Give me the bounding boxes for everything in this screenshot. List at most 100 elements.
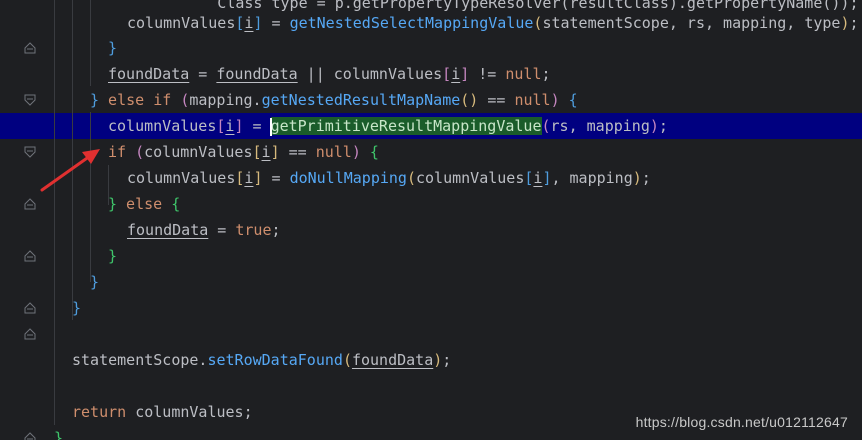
fold-close-icon[interactable] bbox=[24, 302, 36, 314]
code-token: } bbox=[108, 39, 118, 57]
code-token: ( bbox=[135, 143, 145, 161]
code-line[interactable]: } bbox=[0, 35, 862, 61]
code-token: doNullMapping bbox=[289, 169, 407, 187]
code-token: ; bbox=[442, 351, 452, 369]
code-token: ( bbox=[180, 91, 190, 109]
code-token: true bbox=[235, 221, 272, 239]
code-line[interactable]: } else { bbox=[0, 191, 862, 217]
code-token: null bbox=[505, 65, 542, 83]
code-text: foundData = foundData || columnValues[i]… bbox=[108, 61, 551, 87]
code-token: ( bbox=[541, 117, 551, 135]
code-token: null bbox=[514, 91, 551, 109]
code-token: } bbox=[108, 247, 118, 265]
code-editor[interactable]: Class type = p.getPropertyTypeResolver(r… bbox=[0, 0, 862, 440]
code-token: == bbox=[478, 91, 515, 109]
code-line[interactable]: if (columnValues[i] == null) { bbox=[0, 139, 862, 165]
code-token: [ bbox=[442, 65, 452, 83]
code-token: { bbox=[568, 91, 578, 109]
code-token: ( bbox=[406, 169, 416, 187]
code-token: else bbox=[117, 195, 172, 213]
code-token: ; bbox=[541, 65, 551, 83]
code-text: } bbox=[54, 425, 63, 440]
code-token: } bbox=[72, 299, 82, 317]
watermark-text: https://blog.csdn.net/u012112647 bbox=[635, 414, 848, 430]
code-token: { bbox=[369, 143, 379, 161]
code-text: columnValues[i] = getPrimitiveResultMapp… bbox=[108, 113, 668, 139]
code-token: } bbox=[108, 195, 118, 213]
code-token: ] bbox=[270, 143, 280, 161]
indent-guide bbox=[54, 0, 55, 425]
code-line[interactable] bbox=[0, 321, 862, 347]
code-token: ) bbox=[351, 143, 361, 161]
code-text: } bbox=[108, 243, 117, 269]
code-token: = bbox=[262, 14, 290, 32]
code-token: null bbox=[315, 143, 352, 161]
code-line[interactable] bbox=[0, 373, 862, 399]
code-token: } bbox=[90, 91, 100, 109]
code-line[interactable]: } bbox=[0, 243, 862, 269]
code-line[interactable]: columnValues[i] = doNullMapping(columnVa… bbox=[0, 165, 862, 191]
fold-close-icon[interactable] bbox=[24, 432, 36, 440]
code-text: } bbox=[90, 269, 99, 295]
text-caret bbox=[269, 117, 272, 136]
current-code-line[interactable]: columnValues[i] = getPrimitiveResultMapp… bbox=[0, 113, 862, 139]
fold-close-icon[interactable] bbox=[24, 250, 36, 262]
code-line[interactable]: statementScope.setRowDataFound(foundData… bbox=[0, 347, 862, 373]
code-token: == bbox=[279, 143, 316, 161]
fold-close-icon[interactable] bbox=[24, 42, 36, 54]
code-token: || bbox=[297, 65, 334, 83]
code-line[interactable]: columnValues[i] = getNestedSelectMapping… bbox=[0, 10, 862, 36]
code-token: , mapping bbox=[551, 169, 633, 187]
code-line[interactable]: foundData = true; bbox=[0, 217, 862, 243]
code-token: ; bbox=[658, 117, 668, 135]
code-token: statementScope, rs, mapping, type bbox=[542, 14, 841, 32]
code-text: } bbox=[108, 35, 117, 61]
code-token: ( bbox=[342, 351, 352, 369]
code-token: getNestedResultMapName bbox=[261, 91, 461, 109]
code-line[interactable]: } bbox=[0, 269, 862, 295]
fold-close-icon[interactable] bbox=[24, 198, 36, 210]
indent-guide bbox=[108, 165, 109, 205]
code-text: } else if (mapping.getNestedResultMapNam… bbox=[90, 87, 578, 113]
code-line[interactable]: foundData = foundData || columnValues[i]… bbox=[0, 61, 862, 87]
code-token: () bbox=[460, 91, 479, 109]
code-token: ; bbox=[271, 221, 281, 239]
code-token: [ bbox=[252, 143, 262, 161]
code-token: setRowDataFound bbox=[207, 351, 343, 369]
code-text: foundData = true; bbox=[127, 217, 281, 243]
code-token: != bbox=[469, 65, 506, 83]
code-line[interactable]: } bbox=[0, 295, 862, 321]
code-token: statementScope. bbox=[72, 351, 208, 369]
code-token: foundData bbox=[108, 65, 190, 83]
code-token: = bbox=[208, 221, 236, 239]
code-text: } else { bbox=[108, 191, 180, 217]
code-token: columnValues bbox=[108, 117, 217, 135]
code-text: if (columnValues[i] == null) { bbox=[108, 139, 379, 165]
code-text: columnValues[i] = getNestedSelectMapping… bbox=[127, 10, 859, 36]
code-text: } bbox=[72, 295, 81, 321]
code-token: i bbox=[451, 65, 461, 83]
code-token: return bbox=[72, 403, 136, 421]
fold-open-icon[interactable] bbox=[24, 94, 36, 106]
code-token: mapping. bbox=[189, 91, 262, 109]
indent-guide bbox=[72, 0, 73, 320]
code-token: rs, mapping bbox=[550, 117, 650, 135]
code-line[interactable]: } else if (mapping.getNestedResultMapNam… bbox=[0, 87, 862, 113]
code-token: foundData bbox=[351, 351, 434, 369]
code-token: else if bbox=[99, 91, 181, 109]
code-token: } bbox=[90, 273, 100, 291]
code-token: columnValues bbox=[127, 14, 236, 32]
code-token: getPrimitiveResultMappingValue bbox=[270, 117, 542, 135]
code-token: getNestedSelectMappingValue bbox=[289, 14, 534, 32]
code-token: = bbox=[243, 117, 271, 135]
indent-guide bbox=[90, 112, 91, 282]
code-token: foundData bbox=[127, 221, 209, 239]
code-token: if bbox=[108, 143, 136, 161]
code-token: = bbox=[189, 65, 217, 83]
fold-open-icon[interactable] bbox=[24, 146, 36, 158]
code-token: columnValues bbox=[144, 143, 253, 161]
fold-close-icon[interactable] bbox=[24, 328, 36, 340]
code-token: ) bbox=[433, 351, 443, 369]
code-token: columnValues bbox=[416, 169, 525, 187]
